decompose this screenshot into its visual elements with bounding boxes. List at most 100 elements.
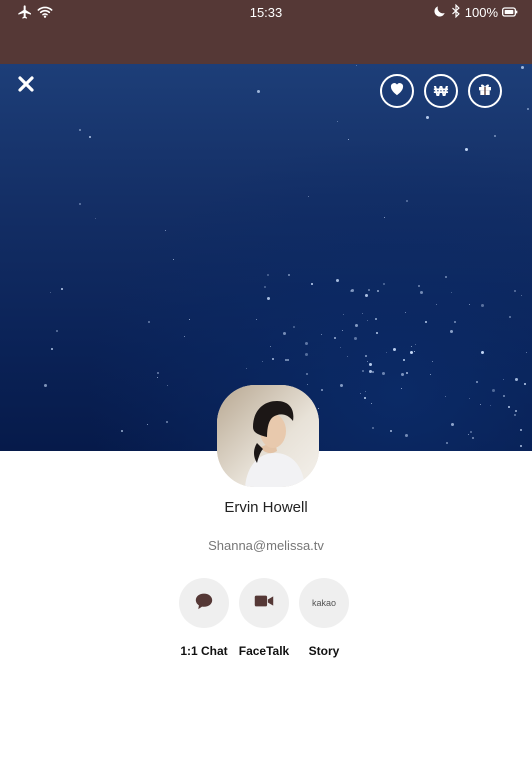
star-dot xyxy=(262,361,264,363)
star-dot xyxy=(436,303,438,305)
star-dot xyxy=(383,283,386,286)
favorite-button[interactable] xyxy=(380,74,414,108)
star-dot xyxy=(364,396,367,399)
star-dot xyxy=(361,370,364,373)
star-dot xyxy=(372,370,375,373)
star-dot xyxy=(188,318,190,320)
star-dot xyxy=(468,434,470,436)
star-dot xyxy=(287,274,290,277)
star-dot xyxy=(340,384,344,388)
star-dot xyxy=(367,289,370,292)
status-bar: 15:33 100% xyxy=(0,0,532,64)
star-dot xyxy=(507,405,510,408)
profile-name: Ervin Howell xyxy=(224,499,308,516)
star-dot xyxy=(502,394,505,397)
star-dot xyxy=(61,288,64,291)
star-dot xyxy=(476,381,479,384)
chat-button[interactable] xyxy=(179,578,229,628)
star-dot xyxy=(372,426,375,429)
star-dot xyxy=(445,396,447,398)
star-dot xyxy=(318,408,320,410)
chat-bubble-icon xyxy=(194,592,214,615)
star-dot xyxy=(370,403,372,405)
star-dot xyxy=(521,295,523,297)
star-dot xyxy=(503,378,505,380)
star-dot xyxy=(55,329,58,332)
star-dot xyxy=(471,436,474,439)
star-dot xyxy=(401,373,405,377)
battery-percent: 100% xyxy=(464,5,498,20)
star-dot xyxy=(445,442,448,445)
star-dot xyxy=(385,351,387,353)
star-dot xyxy=(494,135,497,138)
star-dot xyxy=(157,377,159,379)
star-dot xyxy=(515,409,518,412)
star-dot xyxy=(79,203,82,206)
star-dot xyxy=(368,362,372,366)
star-dot xyxy=(519,444,522,447)
star-dot xyxy=(50,292,52,294)
star-dot xyxy=(246,367,248,369)
star-dot xyxy=(451,422,455,426)
star-dot xyxy=(157,372,160,375)
star-dot xyxy=(183,336,185,338)
star-dot xyxy=(453,320,456,323)
star-dot xyxy=(343,314,345,316)
star-dot xyxy=(527,108,530,111)
facetalk-button[interactable] xyxy=(239,578,289,628)
payment-button[interactable]: ₩ xyxy=(424,74,458,108)
star-dot xyxy=(167,384,169,386)
star-dot xyxy=(513,289,516,292)
star-dot xyxy=(308,195,310,197)
close-icon xyxy=(17,75,35,98)
star-dot xyxy=(514,414,517,417)
star-dot xyxy=(405,311,407,313)
star-dot xyxy=(389,429,392,432)
star-dot xyxy=(464,147,468,151)
star-dot xyxy=(165,421,168,424)
star-dot xyxy=(292,325,295,328)
gift-button[interactable] xyxy=(468,74,502,108)
heart-icon xyxy=(389,81,405,101)
star-dot xyxy=(89,136,92,139)
story-button[interactable]: kakao xyxy=(299,578,349,628)
star-dot xyxy=(256,318,258,320)
star-dot xyxy=(365,354,368,357)
star-dot xyxy=(282,331,286,335)
star-dot xyxy=(355,323,359,327)
profile-avatar[interactable] xyxy=(217,385,319,487)
star-dot xyxy=(515,378,519,382)
star-dot xyxy=(348,139,350,141)
star-dot xyxy=(520,65,524,69)
won-icon: ₩ xyxy=(433,82,449,100)
star-dot xyxy=(355,65,357,67)
star-dot xyxy=(304,342,308,346)
star-dot xyxy=(393,347,397,351)
star-dot xyxy=(402,359,405,362)
star-dot xyxy=(336,120,338,122)
star-dot xyxy=(78,128,81,131)
star-dot xyxy=(480,351,484,355)
star-dot xyxy=(165,230,167,232)
close-button[interactable] xyxy=(14,74,38,98)
star-dot xyxy=(267,297,271,301)
star-dot xyxy=(310,282,313,285)
star-dot xyxy=(367,320,369,322)
star-dot xyxy=(409,351,413,355)
star-dot xyxy=(414,344,416,346)
star-dot xyxy=(406,372,409,375)
star-dot xyxy=(525,351,527,353)
star-dot xyxy=(271,357,274,360)
star-dot xyxy=(451,292,453,294)
star-dot xyxy=(489,404,491,406)
star-dot xyxy=(414,350,416,352)
star-dot xyxy=(44,383,48,387)
star-dot xyxy=(287,358,290,361)
star-dot xyxy=(508,315,511,318)
star-dot xyxy=(445,276,448,279)
star-dot xyxy=(320,334,322,336)
profile-email: Shanna@melissa.tv xyxy=(208,538,324,553)
star-dot xyxy=(418,285,421,287)
star-dot xyxy=(375,332,378,335)
moon-icon xyxy=(433,4,447,21)
